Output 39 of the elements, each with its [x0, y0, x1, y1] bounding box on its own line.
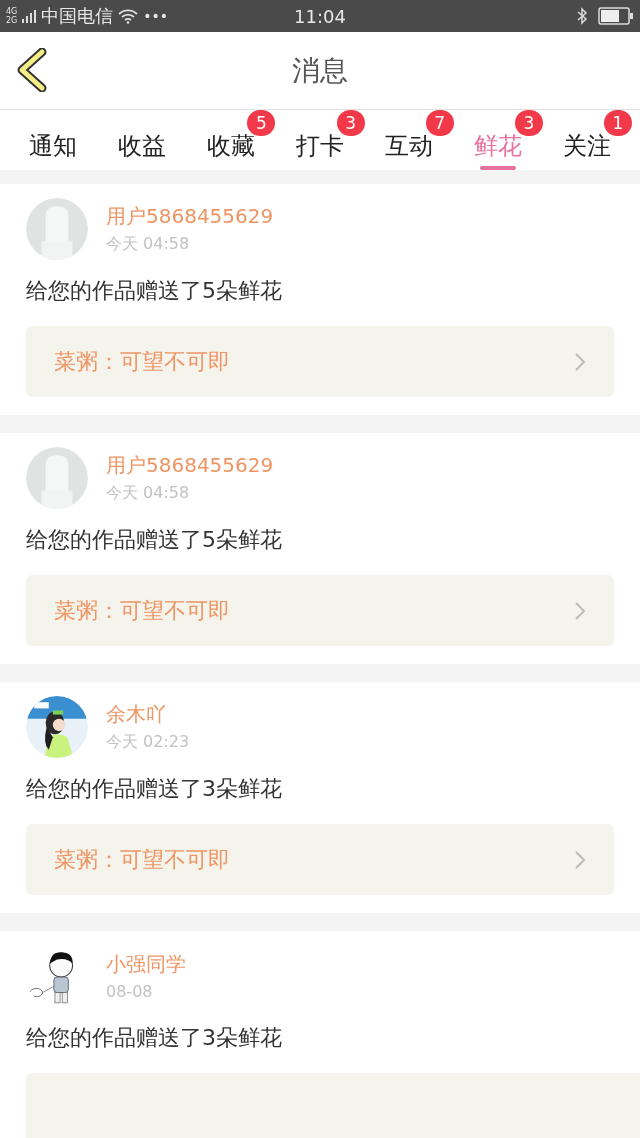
tab[interactable]: 收益 — [97, 110, 187, 168]
clock-label: 11:04 — [294, 5, 346, 27]
page-title: 消息 — [292, 52, 348, 89]
user-name[interactable]: 用户5868455629 — [106, 452, 274, 479]
tab[interactable]: 打卡 3 — [275, 110, 365, 168]
carrier-label: 中国电信 — [41, 4, 114, 28]
tab[interactable]: 互动 7 — [364, 110, 454, 168]
message-time: 今天 04:58 — [106, 483, 190, 504]
work-link[interactable]: 菜粥：可望不可即 — [26, 575, 614, 646]
user-name[interactable]: 余木吖 — [106, 701, 166, 728]
work-link[interactable]: 菜粥：可望不可即 — [26, 326, 614, 397]
chevron-icon — [574, 849, 586, 870]
bluetooth-icon — [576, 7, 588, 25]
tab[interactable]: 通知 — [8, 110, 98, 168]
count-badge: 1 — [604, 110, 632, 136]
message-text: 给您的作品赠送了5朵鲜花 — [26, 526, 283, 554]
count-badge: 5 — [247, 110, 276, 136]
count-badge: 7 — [425, 110, 454, 136]
message-time: 今天 02:23 — [106, 732, 190, 753]
user-name[interactable]: 小强同学 — [106, 951, 186, 978]
work-link[interactable]: 菜粥：可望不可即 — [26, 824, 614, 895]
wifi-icon — [118, 8, 139, 24]
message-text: 给您的作品赠送了3朵鲜花 — [26, 1024, 283, 1052]
message-time: 今天 04:58 — [106, 234, 190, 255]
battery-icon — [598, 7, 634, 25]
count-badge: 3 — [514, 110, 543, 136]
tab[interactable]: 收藏 5 — [186, 110, 276, 168]
message-text: 给您的作品赠送了5朵鲜花 — [26, 277, 283, 305]
tab[interactable]: 鲜花 3 — [453, 110, 543, 168]
count-badge: 3 — [336, 110, 365, 136]
user-name[interactable]: 用户5868455629 — [106, 203, 274, 230]
more-label: ••• — [143, 8, 169, 24]
message-text: 给您的作品赠送了3朵鲜花 — [26, 775, 283, 803]
chevron-icon — [574, 600, 586, 621]
chevron-icon — [574, 351, 586, 372]
message-time: 08-08 — [106, 982, 153, 1001]
network-label: 4G 2G — [6, 7, 18, 25]
tab[interactable]: 关注 1 — [542, 110, 632, 168]
signal-icon — [22, 8, 37, 24]
